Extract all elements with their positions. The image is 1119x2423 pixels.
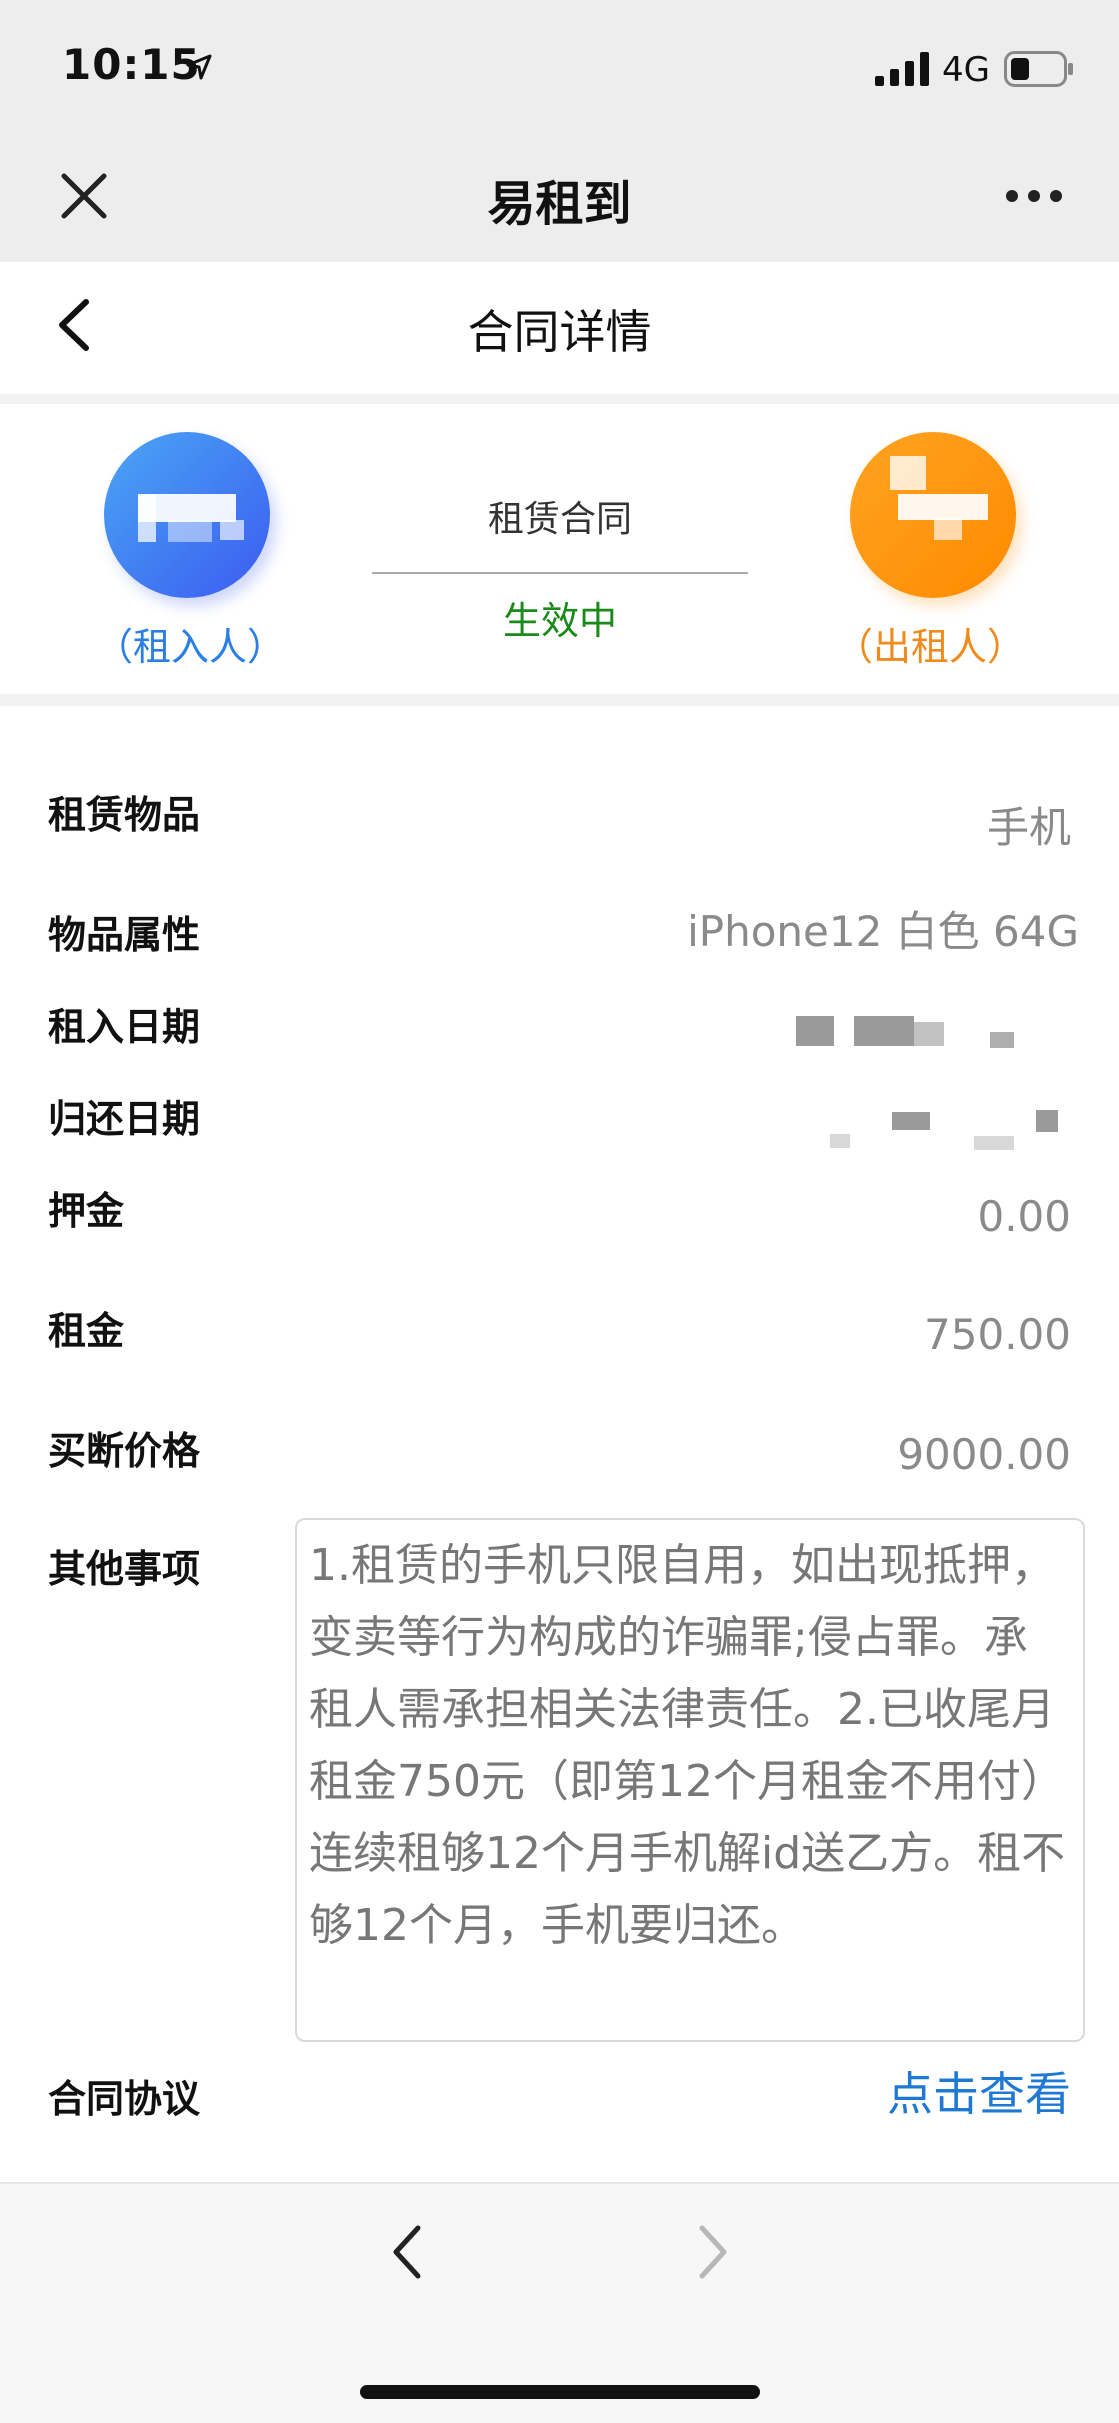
contract-status-badge: 生效中: [502, 599, 617, 643]
more-icon[interactable]: [1004, 186, 1064, 206]
return-date-label: 归还日期: [48, 1097, 201, 1141]
network-type: 4G: [942, 50, 990, 90]
buyout-price-value: 9000.00: [897, 1430, 1071, 1479]
return-date-value-redacted: [830, 1108, 1080, 1154]
home-indicator: [360, 2385, 760, 2399]
attribute-label: 物品属性: [48, 913, 201, 957]
rent-value: 750.00: [924, 1310, 1071, 1359]
item-value: 手机: [986, 803, 1071, 852]
view-agreement-link[interactable]: 点击查看: [887, 2058, 1071, 2124]
attribute-value: iPhone12 白色 64G: [687, 907, 1079, 956]
buyout-price-label: 买断价格: [48, 1429, 201, 1473]
section-divider: [0, 394, 1119, 404]
contract-divider: [372, 572, 748, 574]
item-label: 租赁物品: [48, 793, 201, 837]
deposit-value: 0.00: [977, 1192, 1071, 1241]
renter-avatar[interactable]: [104, 432, 270, 598]
contract-name: 租赁合同: [487, 499, 632, 540]
start-date-value-redacted: [790, 1012, 1070, 1052]
status-time: 10:15: [62, 40, 201, 89]
prev-arrow-icon[interactable]: [388, 2222, 428, 2282]
page-title: 合同详情: [467, 305, 652, 359]
other-notes-label: 其他事项: [48, 1547, 201, 1591]
signal-icon: [875, 52, 929, 86]
battery-icon: [1004, 51, 1073, 87]
lessor-avatar[interactable]: [850, 432, 1016, 598]
rent-label: 租金: [48, 1309, 125, 1353]
section-divider: [0, 694, 1119, 706]
renter-label: （租入人）: [94, 625, 285, 669]
agreement-label: 合同协议: [48, 2077, 201, 2121]
app-title: 易租到: [487, 176, 632, 232]
deposit-label: 押金: [48, 1189, 125, 1233]
start-date-label: 租入日期: [48, 1005, 201, 1049]
other-notes-textarea[interactable]: 1.租赁的手机只限自用，如出现抵押，变卖等行为构成的诈骗罪;侵占罪。承租人需承担…: [295, 1518, 1085, 2042]
lessor-label: （出租人）: [834, 625, 1025, 669]
location-arrow-icon: [186, 54, 212, 80]
next-arrow-icon[interactable]: [692, 2222, 732, 2282]
